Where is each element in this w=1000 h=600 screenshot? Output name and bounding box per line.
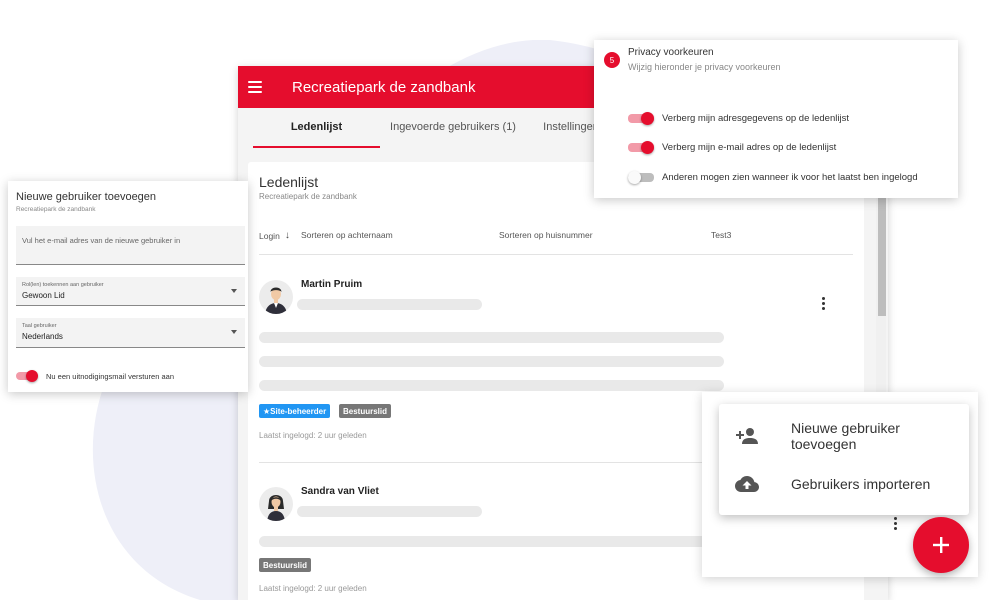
action-menu: Nieuwe gebruiker toevoegen Gebruikers im…: [719, 404, 969, 515]
arrow-down-icon: ↓: [284, 230, 290, 241]
sort-achternaam[interactable]: Sorteren op achternaam: [301, 230, 393, 240]
dropdown-arrow-icon: [231, 330, 237, 334]
privacy-title: Privacy voorkeuren: [628, 47, 714, 58]
language-select[interactable]: Taal gebruiker Nederlands: [16, 318, 245, 348]
person-add-icon: [735, 428, 758, 444]
placeholder-line: [297, 299, 482, 310]
hide-email-toggle[interactable]: [628, 141, 654, 154]
app-title: Recreatiepark de zandbank: [292, 78, 476, 96]
more-vert-icon[interactable]: [893, 517, 897, 530]
last-login: Laatst ingelogd: 2 uur geleden: [259, 584, 367, 593]
email-placeholder: Vul het e-mail adres van de nieuwe gebru…: [22, 236, 181, 245]
language-value: Nederlands: [22, 332, 63, 341]
sort-login[interactable]: Login ↓: [259, 230, 290, 241]
placeholder-line: [259, 380, 724, 391]
invite-toggle-row: Nu een uitnodigingsmail versturen aan: [16, 370, 174, 382]
dropdown-arrow-icon: [231, 289, 237, 293]
menu-item-label: Nieuwe gebruiker toevoegen: [790, 420, 900, 452]
role-select[interactable]: Rol(len) toekennen aan gebruiker Gewoon …: [16, 277, 245, 306]
privacy-option-label: Verberg mijn e-mail adres op de ledenlij…: [662, 142, 837, 153]
menu-item-import-users[interactable]: Gebruikers importeren: [719, 460, 969, 508]
menu-item-label: Gebruikers importeren: [791, 476, 931, 492]
last-login: Laatst ingelogd: 2 uur geleden: [259, 431, 367, 440]
show-last-login-toggle[interactable]: [628, 171, 654, 184]
new-user-dialog: Nieuwe gebruiker toevoegen Recreatiepark…: [8, 181, 248, 392]
sort-login-label: Login: [259, 230, 280, 241]
placeholder-line: [259, 536, 724, 547]
role-label: Rol(len) toekennen aan gebruiker: [22, 282, 104, 288]
dialog-title: Nieuwe gebruiker toevoegen: [16, 191, 157, 203]
tab-ledenlijst[interactable]: Ledenlijst: [253, 108, 380, 148]
privacy-option: Anderen mogen zien wanneer ik voor het l…: [628, 171, 918, 184]
avatar: [259, 487, 293, 521]
privacy-subtitle: Wijzig hieronder je privacy voorkeuren: [628, 62, 781, 72]
card-title: Ledenlijst: [259, 174, 319, 190]
invite-toggle[interactable]: [16, 370, 38, 382]
avatar: [259, 280, 293, 314]
privacy-panel: 5 Privacy voorkeuren Wijzig hieronder je…: [594, 40, 958, 198]
member-name[interactable]: Martin Pruim: [301, 279, 362, 290]
badge-bestuurslid: Bestuurslid: [339, 404, 392, 418]
placeholder-line: [259, 356, 724, 367]
placeholder-line: [297, 506, 482, 517]
menu-item-new-user[interactable]: Nieuwe gebruiker toevoegen: [719, 412, 969, 460]
privacy-option-label: Anderen mogen zien wanneer ik voor het l…: [662, 172, 918, 183]
divider: [259, 254, 853, 255]
star-icon: ★: [263, 406, 271, 416]
dialog-subtitle: Recreatiepark de zandbank: [16, 206, 96, 213]
cloud-upload-icon: [735, 476, 759, 492]
plus-icon: [933, 537, 949, 553]
sort-huisnummer[interactable]: Sorteren op huisnummer: [499, 230, 593, 240]
email-field[interactable]: Vul het e-mail adres van de nieuwe gebru…: [16, 226, 245, 265]
add-fab-button[interactable]: [913, 517, 969, 573]
step-badge: 5: [604, 52, 620, 68]
more-vert-icon[interactable]: [821, 297, 825, 310]
role-value: Gewoon Lid: [22, 291, 65, 300]
stage: Recreatiepark de zandbank Ledenlijst Ing…: [0, 0, 1000, 600]
invite-toggle-label: Nu een uitnodigingsmail versturen aan: [46, 371, 174, 381]
language-label: Taal gebruiker: [22, 323, 57, 329]
hide-address-toggle[interactable]: [628, 112, 654, 125]
placeholder-line: [259, 332, 724, 343]
badge-bestuurslid: Bestuurslid: [259, 558, 312, 572]
member-name[interactable]: Sandra van Vliet: [301, 486, 379, 497]
privacy-option-label: Verberg mijn adresgegevens op de ledenli…: [662, 113, 849, 124]
card-subtitle: Recreatiepark de zandbank: [259, 192, 357, 201]
sort-test3[interactable]: Test3: [711, 230, 731, 240]
privacy-option: Verberg mijn e-mail adres op de ledenlij…: [628, 141, 836, 154]
badge-site-beheerder: ★ Site-beheerder: [259, 404, 331, 418]
tab-ingevoerde-gebruikers[interactable]: Ingevoerde gebruikers (1): [380, 108, 526, 146]
menu-icon[interactable]: [248, 81, 262, 93]
privacy-option: Verberg mijn adresgegevens op de ledenli…: [628, 112, 849, 125]
